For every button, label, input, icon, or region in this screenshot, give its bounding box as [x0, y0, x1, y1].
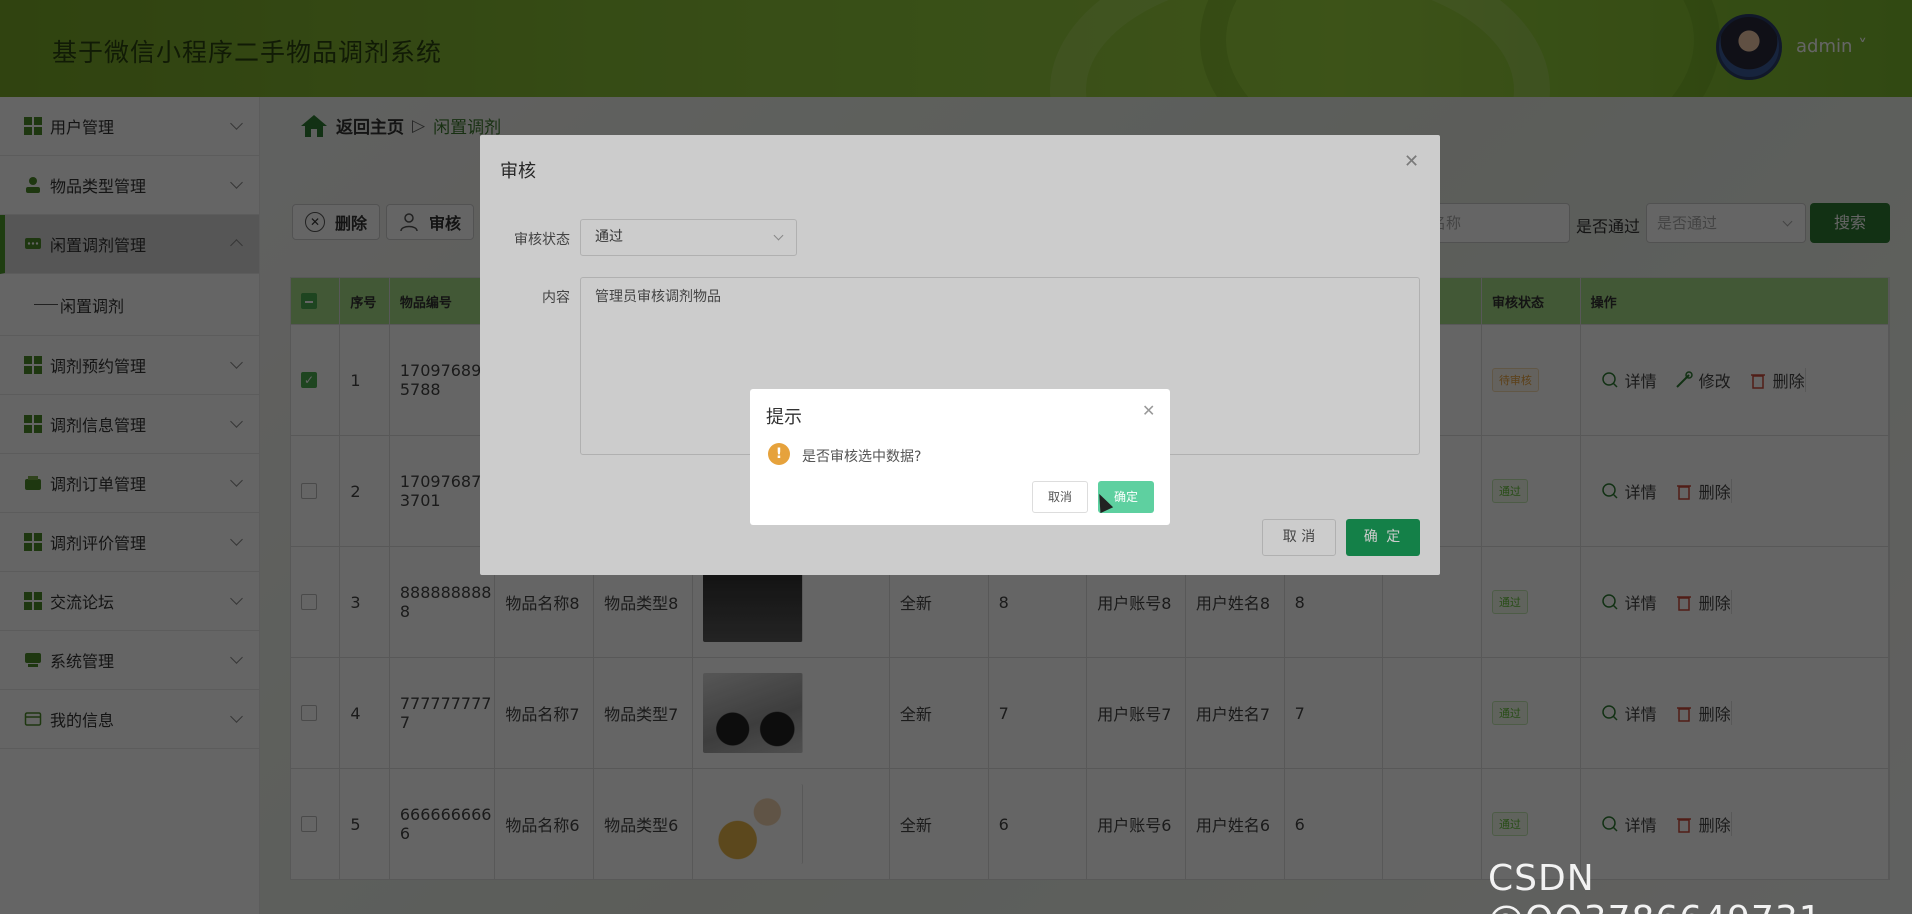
close-icon[interactable]: ✕ [1142, 401, 1155, 420]
confirm-cancel-button[interactable]: 取消 [1032, 481, 1088, 513]
confirm-title: 提示 [766, 407, 802, 428]
confirm-message: 是否审核选中数据? [802, 449, 922, 465]
warning-icon: ! [768, 443, 790, 465]
watermark: CSDN @QQ3786649731 [1488, 858, 1822, 914]
